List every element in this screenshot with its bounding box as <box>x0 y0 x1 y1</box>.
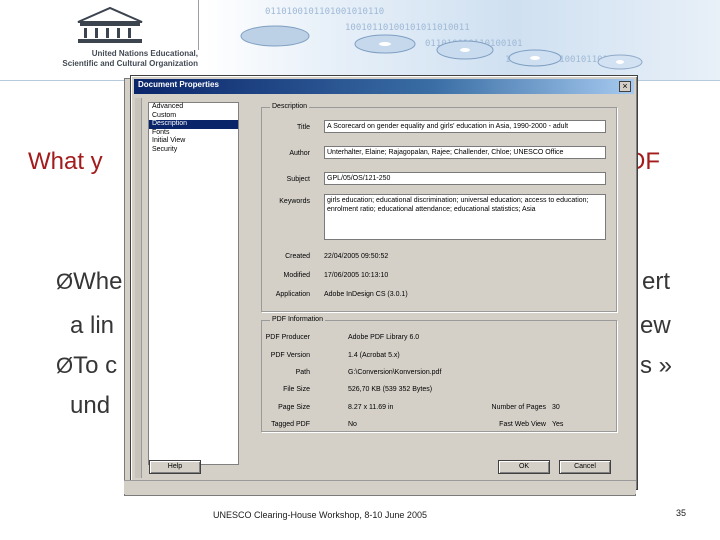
background-window-statusbar <box>124 480 636 494</box>
pdf-information-legend: PDF Information <box>270 316 325 323</box>
bullet-1-left: ØWhe <box>56 268 123 295</box>
fast-web-view-value: Yes <box>552 421 564 428</box>
document-properties-dialog: Document Properties × Advanced Custom De… <box>130 75 638 490</box>
path-label: Path <box>295 369 310 376</box>
subject-field[interactable]: GPL/05/OS/121-250 <box>324 172 606 185</box>
bullet-1-right: ert <box>642 268 671 295</box>
category-advanced[interactable]: Advanced <box>149 103 238 112</box>
number-of-pages-value: 30 <box>552 404 560 411</box>
dialog-titlebar[interactable]: Document Properties × <box>134 79 634 94</box>
file-size-label: File Size <box>283 386 310 393</box>
bullet-arrow-icon: Ø <box>56 269 74 294</box>
bullet-4-left: und <box>70 392 111 419</box>
svg-text:10010110100101011010011: 10010110100101011010011 <box>345 23 470 33</box>
org-name-line2: Scientific and Cultural Organization <box>62 59 198 68</box>
description-legend: Description <box>270 103 310 110</box>
category-initial-view[interactable]: Initial View <box>149 137 238 146</box>
unesco-logo <box>77 6 143 43</box>
window-edge-scrollbar[interactable] <box>135 98 142 478</box>
title-label: Title <box>297 124 310 131</box>
fast-web-view-label: Fast Web View <box>499 421 546 428</box>
category-fonts[interactable]: Fonts <box>149 129 238 138</box>
modified-value: 17/06/2005 10:13:10 <box>324 272 389 279</box>
cancel-button[interactable]: Cancel <box>559 460 611 474</box>
dialog-title: Document Properties <box>138 80 219 89</box>
page-size-label: Page Size <box>278 404 310 411</box>
tagged-pdf-value: No <box>348 421 357 428</box>
author-label: Author <box>289 150 310 157</box>
title-field[interactable]: A Scorecard on gender equality and girls… <box>324 120 606 133</box>
pdf-producer-value: Adobe PDF Library 6.0 <box>348 334 420 341</box>
cd-discs-graphic: 0110100101101001010110 10010110100101011… <box>240 7 643 70</box>
bullet-3-right: s » <box>640 352 673 379</box>
bullet-2-left: a lin <box>70 312 115 339</box>
close-icon[interactable]: × <box>619 81 631 92</box>
pdf-version-label: PDF Version <box>270 352 310 359</box>
slide-title-left: What y <box>28 148 103 175</box>
svg-text:0110100101101001010110: 0110100101101001010110 <box>265 7 384 17</box>
author-field[interactable]: Unterhalter, Elaine; Rajagopalan, Rajee;… <box>324 146 606 159</box>
application-value: Adobe InDesign CS (3.0.1) <box>324 291 408 298</box>
category-description[interactable]: Description <box>149 120 238 129</box>
pdf-information-group: PDF Information PDF Producer Adobe PDF L… <box>261 316 617 432</box>
header-divider <box>198 0 199 50</box>
bullet-2-right: ew <box>640 312 671 339</box>
page-number: 35 <box>676 508 687 518</box>
category-list: Advanced Custom Description Fonts Initia… <box>148 102 239 465</box>
category-security[interactable]: Security <box>149 146 238 155</box>
category-custom[interactable]: Custom <box>149 112 238 121</box>
file-size-value: 526,70 KB (539 352 Bytes) <box>348 386 433 393</box>
ok-button[interactable]: OK <box>498 460 550 474</box>
keywords-label: Keywords <box>279 198 310 205</box>
pdf-version-value: 1.4 (Acrobat 5.x) <box>348 352 400 359</box>
created-label: Created <box>285 253 310 260</box>
created-value: 22/04/2005 09:50:52 <box>324 253 389 260</box>
header-banner: 0110100101101001010110 10010110100101011… <box>205 0 720 80</box>
description-group: Description Title A Scorecard on gender … <box>261 103 617 312</box>
modified-label: Modified <box>283 272 310 279</box>
path-value: G:\Conversion\Konversion.pdf <box>348 369 442 376</box>
slide-footer: UNESCO Clearing-House Workshop, 8-10 Jun… <box>213 510 427 520</box>
number-of-pages-label: Number of Pages <box>491 404 546 411</box>
subject-label: Subject <box>286 176 310 183</box>
bullet-3-left: ØTo c <box>56 352 118 379</box>
help-button[interactable]: Help <box>149 460 201 474</box>
keywords-field[interactable]: girls education; educational discriminat… <box>324 194 606 240</box>
application-label: Application <box>275 291 310 298</box>
org-name-line1: United Nations Educational, <box>91 49 198 58</box>
tagged-pdf-label: Tagged PDF <box>271 421 310 428</box>
page-size-value: 8.27 x 11.69 in <box>348 404 394 411</box>
bullet-arrow-icon: Ø <box>56 353 74 378</box>
pdf-producer-label: PDF Producer <box>265 334 310 341</box>
